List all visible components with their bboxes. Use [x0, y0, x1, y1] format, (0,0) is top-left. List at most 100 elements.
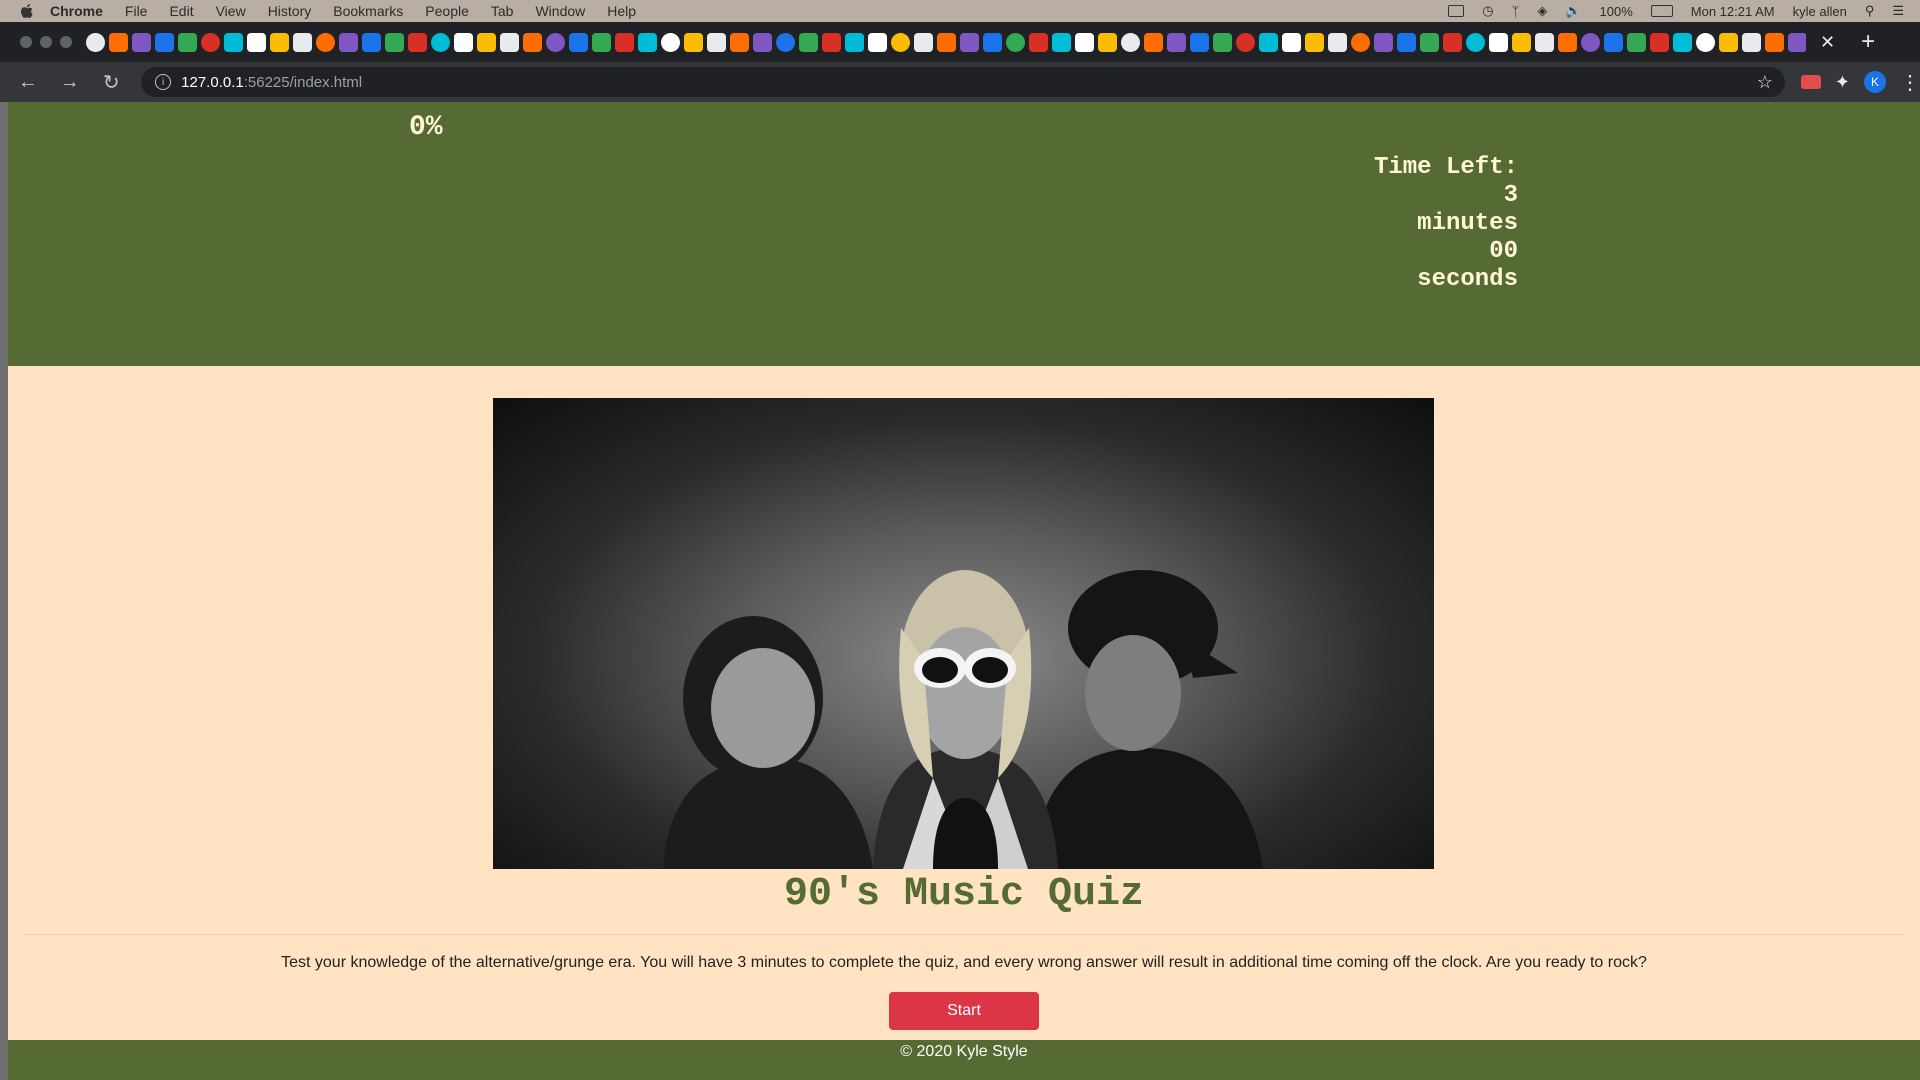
spotlight-search-icon[interactable]: ⚲ [1865, 3, 1875, 19]
pinned-tab-favicon-icon[interactable] [1236, 32, 1255, 52]
menu-bookmarks[interactable]: Bookmarks [333, 3, 403, 19]
pinned-tab-favicon-icon[interactable] [1190, 32, 1209, 52]
pinned-tab-favicon-icon[interactable] [730, 32, 749, 52]
bluetooth-icon[interactable]: ᛉ [1512, 4, 1520, 19]
pinned-tab-favicon-icon[interactable] [845, 32, 864, 52]
battery-icon[interactable] [1650, 5, 1673, 17]
pinned-tab-favicon-icon[interactable] [431, 32, 450, 52]
pinned-tab-favicon-icon[interactable] [178, 32, 197, 52]
pinned-tab-favicon-icon[interactable] [592, 32, 611, 52]
pinned-tab-favicon-icon[interactable] [477, 32, 496, 52]
pinned-tab-favicon-icon[interactable] [1259, 32, 1278, 52]
pinned-tab-favicon-icon[interactable] [684, 32, 703, 52]
bookmark-star-icon[interactable]: ☆ [1757, 72, 1773, 93]
pinned-tab-favicon-icon[interactable] [615, 32, 634, 52]
pinned-tab-favicon-icon[interactable] [270, 32, 289, 52]
pinned-tab-favicon-icon[interactable] [224, 32, 243, 52]
zoom-window-button[interactable] [60, 36, 72, 48]
pinned-tab-favicon-icon[interactable] [1443, 32, 1462, 52]
pinned-tab-favicon-icon[interactable] [109, 32, 128, 52]
address-bar[interactable]: i 127.0.0.1:56225/index.html ☆ [141, 67, 1785, 97]
pinned-tab-favicon-icon[interactable] [1328, 32, 1347, 52]
pinned-tab-favicon-icon[interactable] [408, 32, 427, 52]
menu-view[interactable]: View [216, 3, 246, 19]
wifi-icon[interactable]: ◈ [1537, 3, 1547, 19]
menu-window[interactable]: Window [535, 3, 585, 19]
pinned-tab-favicon-icon[interactable] [822, 32, 841, 52]
notification-center-icon[interactable]: ☰ [1892, 3, 1904, 19]
time-machine-icon[interactable]: ◷ [1482, 3, 1493, 19]
pinned-tab-favicon-icon[interactable] [1144, 32, 1163, 52]
pinned-tab-favicon-icon[interactable] [201, 32, 220, 52]
pinned-tab-favicon-icon[interactable] [1765, 32, 1784, 52]
pinned-tab-favicon-icon[interactable] [569, 32, 588, 52]
pinned-tab-favicon-icon[interactable] [1558, 32, 1577, 52]
pinned-tab-favicon-icon[interactable] [868, 32, 887, 52]
pinned-tab-favicon-icon[interactable] [86, 32, 105, 52]
pinned-tab-favicon-icon[interactable] [1535, 32, 1554, 52]
pinned-tab-favicon-icon[interactable] [1282, 32, 1301, 52]
pinned-tab-favicon-icon[interactable] [1604, 32, 1623, 52]
site-info-icon[interactable]: i [155, 74, 172, 90]
menu-history[interactable]: History [268, 3, 312, 19]
pinned-tab-favicon-icon[interactable] [1489, 32, 1508, 52]
pinned-tab-favicon-icon[interactable] [454, 32, 473, 52]
pinned-tab-favicon-icon[interactable] [776, 32, 795, 52]
pinned-tab-favicon-icon[interactable] [1351, 32, 1370, 52]
menu-help[interactable]: Help [607, 3, 636, 19]
pinned-tab-favicon-icon[interactable] [1305, 32, 1324, 52]
pinned-tab-favicon-icon[interactable] [500, 32, 519, 52]
pinned-tab-favicon-icon[interactable] [983, 32, 1002, 52]
pinned-tab-favicon-icon[interactable] [1466, 32, 1485, 52]
pinned-tab-favicon-icon[interactable] [1512, 32, 1531, 52]
pinned-tab-favicon-icon[interactable] [339, 32, 358, 52]
pinned-tab-favicon-icon[interactable] [1420, 32, 1439, 52]
pinned-tab-favicon-icon[interactable] [891, 32, 910, 52]
pinned-tab-favicon-icon[interactable] [1673, 32, 1692, 52]
menubar-clock[interactable]: Mon 12:21 AM [1691, 4, 1775, 19]
menu-tab[interactable]: Tab [491, 3, 514, 19]
pinned-tab-favicon-icon[interactable] [638, 32, 657, 52]
pinned-tab-favicon-icon[interactable] [1742, 32, 1761, 52]
pinned-tab-favicon-icon[interactable] [661, 32, 680, 52]
pinned-tab-favicon-icon[interactable] [960, 32, 979, 52]
pinned-tab-favicon-icon[interactable] [362, 32, 381, 52]
profile-avatar[interactable]: K [1863, 71, 1886, 93]
volume-icon[interactable]: 🔈 [1565, 3, 1581, 19]
menu-people[interactable]: People [425, 3, 469, 19]
pinned-tab-favicon-icon[interactable] [914, 32, 933, 52]
pinned-tab-favicon-icon[interactable] [1627, 32, 1646, 52]
pinned-tab-favicon-icon[interactable] [1052, 32, 1071, 52]
extensions-puzzle-icon[interactable]: ✦ [1835, 72, 1850, 93]
reload-icon[interactable]: ↻ [97, 70, 125, 95]
pinned-tab-favicon-icon[interactable] [937, 32, 956, 52]
pinned-tab-favicon-icon[interactable] [1696, 32, 1715, 52]
close-window-button[interactable] [20, 36, 32, 48]
pinned-tab-favicon-icon[interactable] [1581, 32, 1600, 52]
pinned-tab-favicon-icon[interactable] [799, 32, 818, 52]
pinned-tab-favicon-icon[interactable] [385, 32, 404, 52]
forward-arrow-icon[interactable]: → [56, 71, 84, 94]
back-arrow-icon[interactable]: ← [14, 71, 42, 94]
chrome-menu-icon[interactable]: ⋮ [1900, 70, 1920, 95]
pinned-tab-favicon-icon[interactable] [1121, 32, 1140, 52]
pinned-tab-favicon-icon[interactable] [132, 32, 151, 52]
pinned-tab-favicon-icon[interactable] [293, 32, 312, 52]
menu-edit[interactable]: Edit [169, 3, 193, 19]
pinned-tab-favicon-icon[interactable] [1650, 32, 1669, 52]
pinned-tab-favicon-icon[interactable] [707, 32, 726, 52]
pinned-tab-favicon-icon[interactable] [546, 32, 565, 52]
pinned-tab-favicon-icon[interactable] [1788, 32, 1806, 52]
pinned-tab-favicon-icon[interactable] [247, 32, 266, 52]
start-button[interactable]: Start [889, 992, 1039, 1030]
pinned-tab-favicon-icon[interactable] [1167, 32, 1186, 52]
new-tab-button[interactable]: + [1861, 28, 1875, 56]
pinned-tab-favicon-icon[interactable] [1098, 32, 1117, 52]
pinned-tab-favicon-icon[interactable] [1213, 32, 1232, 52]
pinned-tab-favicon-icon[interactable] [1006, 32, 1025, 52]
menubar-user[interactable]: kyle allen [1793, 4, 1847, 19]
close-tab-icon[interactable]: ✕ [1820, 32, 1835, 53]
pinned-tab-favicon-icon[interactable] [155, 32, 174, 52]
pinned-tab-favicon-icon[interactable] [753, 32, 772, 52]
extension-icon[interactable] [1800, 75, 1821, 89]
